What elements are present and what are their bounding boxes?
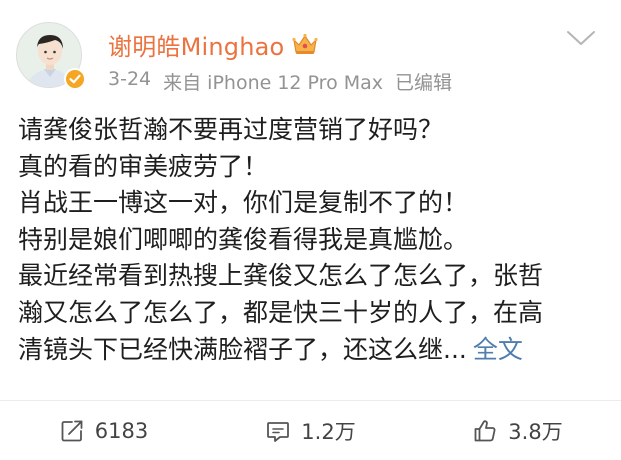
post-edited-label[interactable]: 已编辑 [395,68,452,95]
repost-icon [61,420,83,441]
action-bar: 6183 1.2万 3.8万 [0,401,621,460]
post-source: 来自 iPhone 12 Pro Max [163,72,384,94]
comment-icon [267,421,290,442]
repost-count: 6183 [94,418,149,443]
post-header: 谢明皓Minghao 3-24 来自 iPhone 12 Pro Max 已编辑 [0,0,621,104]
like-count: 3.8万 [508,419,563,444]
post-date: 3-24 [108,68,152,90]
crown-icon[interactable] [292,33,319,55]
comment-count: 1.2万 [301,419,356,444]
repost-button[interactable]: 6183 [0,401,207,460]
avatar-container[interactable] [16,22,86,90]
content-line: 瀚又怎么了怎么了，都是快三十岁的人了，在高 [18,297,544,327]
post-content: 请龚俊张哲瀚不要再过度营销了好吗？ 真的看的审美疲劳了！ 肖战王一博这一对，你们… [18,112,608,368]
chevron-down-icon[interactable] [565,28,597,48]
user-name[interactable]: 谢明皓Minghao [108,27,284,62]
post-meta: 3-24 来自 iPhone 12 Pro Max 已编辑 [108,68,452,95]
verified-badge-icon [64,68,86,90]
comment-button[interactable]: 1.2万 [207,401,414,460]
content-line: 真的看的审美疲劳了！ [18,151,269,181]
content-line-last: 清镜头下已经快满脸褶子了，还这么继... 全文 [18,332,608,369]
full-text-link[interactable]: 全文 [473,335,523,364]
content-line: 肖战王一博这一对，你们是复制不了的！ [18,188,469,218]
user-name-row: 谢明皓Minghao [108,27,319,62]
like-button[interactable]: 3.8万 [414,401,621,460]
content-line: 特别是娘们唧唧的龚俊看得我是真尴尬。 [18,224,469,254]
like-icon [474,419,496,441]
content-line: 最近经常看到热搜上龚俊又怎么了怎么了，张哲 [18,261,544,291]
content-line: 请龚俊张哲瀚不要再过度营销了好吗？ [18,115,444,144]
content-truncated-text: 清镜头下已经快满脸褶子了，还这么继... [18,334,467,364]
